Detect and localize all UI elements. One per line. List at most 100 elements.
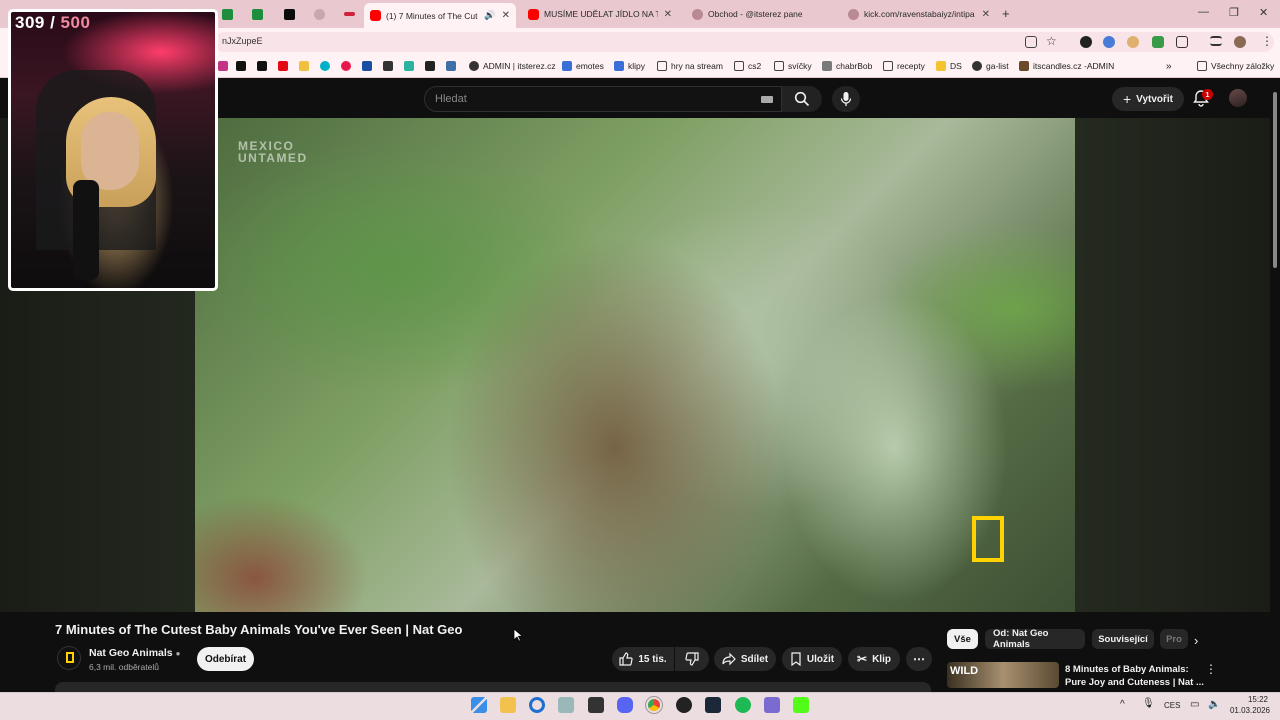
extension-icon[interactable] (1080, 36, 1092, 48)
bookmark-icon[interactable] (362, 61, 376, 71)
tab-kick[interactable]: kick.com/ravenstabaiyz/intipa ✕ (842, 3, 996, 25)
bookmark-admin[interactable]: ADMIN | itsterez.cz (469, 61, 556, 71)
app-c-icon[interactable] (529, 697, 545, 713)
more-actions-icon[interactable]: ⋯ (906, 647, 932, 671)
bookmark-ga-list[interactable]: ga-list (972, 61, 1009, 71)
share-button[interactable]: Sdílet (714, 647, 776, 671)
chip-related[interactable]: Související (1092, 629, 1154, 649)
bookmark-star-icon[interactable]: ☆ (1046, 34, 1057, 48)
pinned-tab-sheets-2[interactable] (246, 3, 264, 25)
bookmark-klipy[interactable]: klipy (614, 61, 645, 71)
app-triangle-icon[interactable] (764, 697, 780, 713)
kebab-menu-icon[interactable]: ⋮ (1261, 34, 1273, 48)
chip-recommended[interactable]: Pro (1160, 629, 1188, 649)
dislike-button[interactable] (675, 647, 709, 671)
clock-time[interactable]: 15:22 (1228, 695, 1268, 704)
maximize-icon[interactable]: ❐ (1229, 6, 1239, 19)
pinned-tab-sheets[interactable] (216, 3, 234, 25)
chip-all[interactable]: Vše (947, 629, 978, 649)
kebab-menu-icon[interactable]: ⋮ (1205, 662, 1217, 676)
clip-button[interactable]: ✂ Klip (848, 647, 900, 671)
chevron-right-icon[interactable]: › (1194, 633, 1198, 648)
steam-icon[interactable] (705, 697, 721, 713)
input-language[interactable]: CES (1164, 701, 1180, 710)
clock-date[interactable]: 01.03.2026 (1224, 706, 1270, 715)
profile-avatar[interactable] (1234, 36, 1246, 48)
chip-from-channel[interactable]: Od: Nat Geo Animals (985, 628, 1085, 650)
keyboard-icon[interactable] (761, 96, 773, 103)
bookmark-icon[interactable] (404, 61, 418, 71)
bookmark-cs2[interactable]: cs2 (734, 61, 761, 71)
bookmark-icon[interactable] (257, 61, 271, 71)
bookmark-icon[interactable] (383, 61, 397, 71)
video-player[interactable]: MEXICO UNTAMED (195, 118, 1075, 612)
kick-icon[interactable] (793, 697, 809, 713)
subscribe-button[interactable]: Odebírat (197, 647, 254, 671)
bookmark-itscandles[interactable]: itscandles.cz -ADMIN (1019, 61, 1114, 71)
pinned-tab-generic[interactable] (308, 3, 326, 25)
volume-icon[interactable]: 🔈 (1208, 699, 1220, 710)
channel-avatar[interactable] (57, 646, 81, 670)
xbox-icon[interactable] (558, 697, 574, 713)
spotify-icon[interactable] (735, 697, 751, 713)
close-window-icon[interactable]: ✕ (1259, 6, 1268, 19)
tab-youtube-2[interactable]: MUSÍME UDĚLAT JÍDLO NA TÝD ✕ (522, 3, 678, 25)
bookmark-icon[interactable] (218, 61, 232, 71)
voice-search-button[interactable] (832, 86, 860, 112)
bookmark-icon[interactable] (236, 61, 250, 71)
search-input[interactable]: Hledat (424, 86, 782, 112)
chrome-icon[interactable] (645, 696, 663, 714)
extension-icon[interactable] (1103, 36, 1115, 48)
close-tab-icon[interactable]: ✕ (496, 10, 510, 21)
save-button[interactable]: Uložit (782, 647, 842, 671)
folder-icon (734, 61, 744, 71)
channel-name[interactable]: Nat Geo Animals ● (89, 647, 180, 659)
new-tab-button[interactable]: + (1002, 6, 1010, 21)
related-video-title[interactable]: 8 Minutes of Baby Animals: Pure Joy and … (1065, 663, 1205, 689)
bookmark-icon[interactable] (278, 61, 292, 71)
bookmark-icon[interactable] (341, 61, 355, 71)
bookmark-all[interactable]: Všechny záložky (1197, 61, 1274, 71)
tray-microphone-icon[interactable]: 🎙 (1142, 698, 1155, 709)
minimize-icon[interactable]: — (1198, 6, 1209, 18)
url-field[interactable] (214, 32, 1274, 52)
bookmark-recepty[interactable]: recepty (883, 61, 925, 71)
youtube-favicon-icon (370, 10, 381, 21)
description-box[interactable] (55, 682, 931, 692)
puzzle-icon[interactable] (1176, 36, 1188, 48)
bookmark-chabrbob[interactable]: chabrBob (822, 61, 872, 71)
file-explorer-icon[interactable] (500, 697, 516, 713)
speaker-icon[interactable]: 🔊 (484, 10, 495, 21)
pinned-tab-red[interactable] (338, 3, 356, 25)
close-tab-icon[interactable]: ✕ (658, 9, 672, 20)
bookmark-icon[interactable] (446, 61, 460, 71)
scrollbar-thumb[interactable] (1273, 92, 1277, 268)
obs-icon[interactable] (676, 697, 692, 713)
tab-youtube-active[interactable]: (1) 7 Minutes of The Cutest 🔊 ✕ (364, 3, 516, 28)
network-icon[interactable]: ▭ (1190, 699, 1199, 710)
verified-icon: ● (175, 649, 181, 658)
bookmark-emotes[interactable]: emotes (562, 61, 604, 71)
install-icon[interactable] (1025, 36, 1037, 48)
create-button[interactable]: + Vytvořit (1112, 87, 1184, 111)
extension-icon[interactable] (1127, 36, 1139, 48)
bookmark-icon[interactable] (299, 61, 313, 71)
tab-obchod[interactable]: Obchod - @itsterez panel (686, 3, 802, 25)
search-button[interactable] (782, 86, 822, 112)
account-avatar[interactable] (1229, 89, 1247, 107)
app-dark-icon[interactable] (588, 697, 604, 713)
pinned-tab-kick[interactable] (278, 3, 296, 25)
bookmark-icon[interactable] (425, 61, 439, 71)
like-button[interactable]: 15 tis. (612, 647, 674, 671)
tray-chevron-up-icon[interactable]: ^ (1120, 699, 1125, 710)
windows-start-icon[interactable] (471, 697, 487, 713)
bookmark-ds[interactable]: DS (936, 61, 962, 71)
bookmark-hry-na-stream[interactable]: hry na stream (657, 61, 723, 71)
extension-icon[interactable] (1152, 36, 1164, 48)
close-tab-icon[interactable]: ✕ (976, 9, 990, 20)
bookmark-svicky[interactable]: svíčky (774, 61, 812, 71)
menu-list-icon[interactable] (1210, 36, 1222, 46)
discord-icon[interactable] (617, 697, 633, 713)
more-bookmarks-icon[interactable]: » (1166, 61, 1172, 72)
bookmark-icon[interactable] (320, 61, 334, 71)
